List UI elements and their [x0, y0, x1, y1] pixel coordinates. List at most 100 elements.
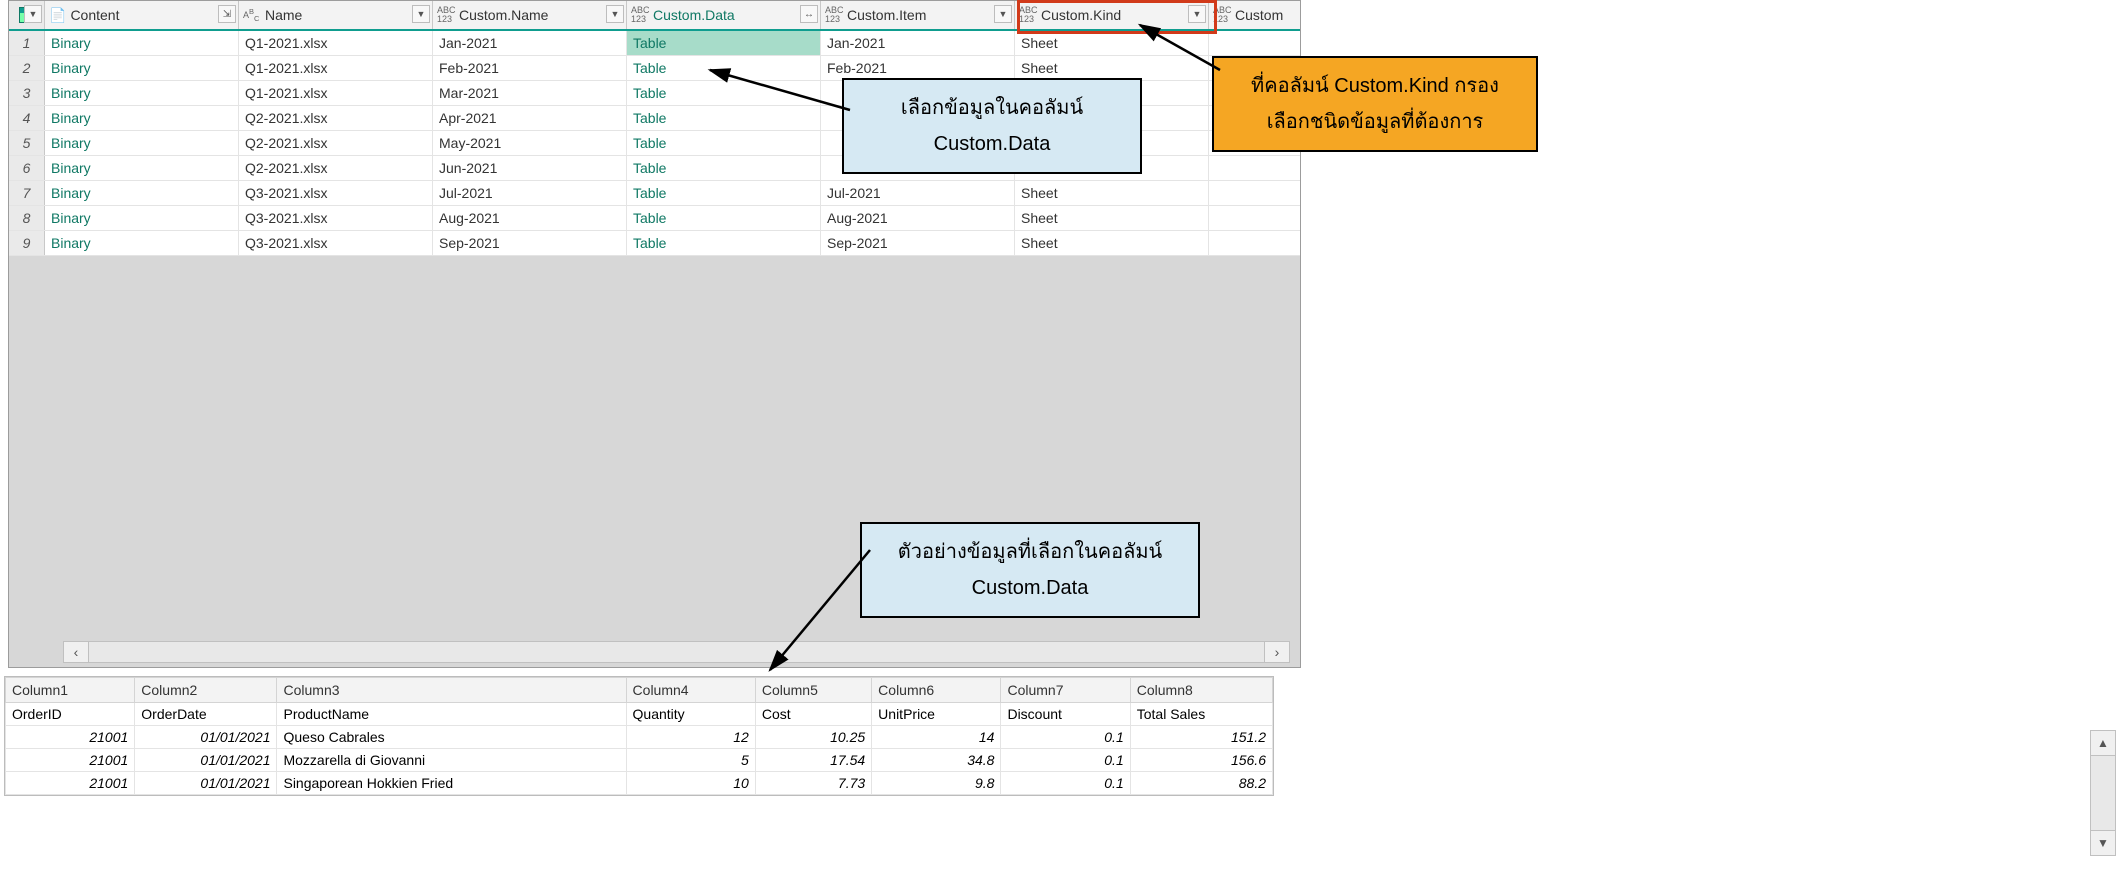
row-number[interactable]: 9 [9, 231, 45, 255]
cell-name[interactable]: Q2-2021.xlsx [239, 131, 433, 155]
scroll-track[interactable] [89, 641, 1264, 663]
cell-custom-item[interactable]: Jul-2021 [821, 181, 1015, 205]
preview-cell[interactable]: 156.6 [1130, 749, 1272, 772]
preview-cell[interactable]: 01/01/2021 [135, 749, 277, 772]
preview-cell[interactable]: 01/01/2021 [135, 772, 277, 795]
scroll-up-icon[interactable]: ▲ [2090, 730, 2116, 756]
cell-custom-name[interactable]: Jul-2021 [433, 181, 627, 205]
cell-custom-data[interactable]: Table [627, 106, 821, 130]
table-row[interactable]: 1BinaryQ1-2021.xlsxJan-2021TableJan-2021… [9, 31, 1300, 56]
preview-cell[interactable]: 10.25 [755, 726, 871, 749]
row-number[interactable]: 3 [9, 81, 45, 105]
cell-custom-data[interactable]: Table [627, 56, 821, 80]
table-row[interactable]: 7BinaryQ3-2021.xlsxJul-2021TableJul-2021… [9, 181, 1300, 206]
cell-custom-data[interactable]: Table [627, 156, 821, 180]
cell-custom-data[interactable]: Table [627, 206, 821, 230]
preview-column-header[interactable]: Column4 [626, 678, 755, 703]
header-custom-data[interactable]: ABC123 Custom.Data ↔ [627, 1, 821, 29]
header-custom-extra[interactable]: ABC123 Custom [1209, 1, 1293, 29]
cell-custom-name[interactable]: Mar-2021 [433, 81, 627, 105]
cell-content[interactable]: Binary [45, 81, 239, 105]
vertical-scrollbar[interactable]: ▲ ▼ [2090, 730, 2116, 856]
preview-cell[interactable]: 21001 [6, 772, 135, 795]
cell-name[interactable]: Q2-2021.xlsx [239, 106, 433, 130]
cell-name[interactable]: Q3-2021.xlsx [239, 181, 433, 205]
cell-content[interactable]: Binary [45, 206, 239, 230]
cell-custom-item[interactable]: Sep-2021 [821, 231, 1015, 255]
preview-cell[interactable]: 34.8 [872, 749, 1001, 772]
cell-custom-name[interactable]: Jan-2021 [433, 31, 627, 55]
cell-custom-item[interactable]: Jan-2021 [821, 31, 1015, 55]
cell-custom-name[interactable]: Aug-2021 [433, 206, 627, 230]
cell-custom-data[interactable]: Table [627, 131, 821, 155]
header-custom-kind[interactable]: ABC123 Custom.Kind ▼ [1015, 1, 1209, 29]
row-number[interactable]: 8 [9, 206, 45, 230]
cell-name[interactable]: Q3-2021.xlsx [239, 231, 433, 255]
filter-custom-kind-icon[interactable]: ▼ [1188, 5, 1206, 23]
header-content[interactable]: 📄 Content ⇲ [45, 1, 239, 29]
table-row[interactable]: 9BinaryQ3-2021.xlsxSep-2021TableSep-2021… [9, 231, 1300, 256]
preview-column-header[interactable]: Column6 [872, 678, 1001, 703]
cell-custom-data[interactable]: Table [627, 81, 821, 105]
expand-content-icon[interactable]: ⇲ [218, 5, 236, 23]
corner-dropdown-icon[interactable]: ▼ [24, 5, 42, 23]
header-custom-name[interactable]: ABC123 Custom.Name ▼ [433, 1, 627, 29]
preview-cell[interactable]: 21001 [6, 726, 135, 749]
cell-name[interactable]: Q3-2021.xlsx [239, 206, 433, 230]
preview-column-header[interactable]: Column8 [1130, 678, 1272, 703]
row-number[interactable]: 2 [9, 56, 45, 80]
row-number[interactable]: 4 [9, 106, 45, 130]
preview-row[interactable]: 2100101/01/2021Queso Cabrales1210.25140.… [6, 726, 1273, 749]
row-number[interactable]: 1 [9, 31, 45, 55]
row-number[interactable]: 7 [9, 181, 45, 205]
preview-cell[interactable]: Queso Cabrales [277, 726, 626, 749]
cell-custom-item[interactable]: Aug-2021 [821, 206, 1015, 230]
row-number[interactable]: 6 [9, 156, 45, 180]
preview-row[interactable]: 2100101/01/2021Mozzarella di Giovanni517… [6, 749, 1273, 772]
cell-custom-name[interactable]: Sep-2021 [433, 231, 627, 255]
preview-column-header[interactable]: Column3 [277, 678, 626, 703]
preview-cell[interactable]: 0.1 [1001, 726, 1130, 749]
table-row[interactable]: 8BinaryQ3-2021.xlsxAug-2021TableAug-2021… [9, 206, 1300, 231]
cell-custom-data[interactable]: Table [627, 181, 821, 205]
cell-custom-data[interactable]: Table [627, 31, 821, 55]
cell-extra[interactable] [1209, 181, 1293, 205]
preview-cell[interactable]: Singaporean Hokkien Fried [277, 772, 626, 795]
preview-cell[interactable]: 9.8 [872, 772, 1001, 795]
cell-custom-kind[interactable]: Sheet [1015, 181, 1209, 205]
cell-custom-name[interactable]: Apr-2021 [433, 106, 627, 130]
scroll-down-icon[interactable]: ▼ [2090, 830, 2116, 856]
preview-cell[interactable]: 0.1 [1001, 772, 1130, 795]
expand-custom-data-icon[interactable]: ↔ [800, 5, 818, 23]
cell-extra[interactable] [1209, 231, 1293, 255]
filter-name-icon[interactable]: ▼ [412, 5, 430, 23]
preview-cell[interactable]: 5 [626, 749, 755, 772]
preview-cell[interactable]: Mozzarella di Giovanni [277, 749, 626, 772]
cell-custom-kind[interactable]: Sheet [1015, 231, 1209, 255]
preview-cell[interactable]: 7.73 [755, 772, 871, 795]
cell-custom-kind[interactable]: Sheet [1015, 206, 1209, 230]
preview-column-header[interactable]: Column7 [1001, 678, 1130, 703]
preview-cell[interactable]: 0.1 [1001, 749, 1130, 772]
preview-cell[interactable]: 21001 [6, 749, 135, 772]
select-all-corner[interactable]: ▼ [9, 1, 45, 29]
preview-row[interactable]: 2100101/01/2021Singaporean Hokkien Fried… [6, 772, 1273, 795]
preview-cell[interactable]: 17.54 [755, 749, 871, 772]
cell-extra[interactable] [1209, 206, 1293, 230]
cell-content[interactable]: Binary [45, 106, 239, 130]
cell-name[interactable]: Q2-2021.xlsx [239, 156, 433, 180]
cell-extra[interactable] [1209, 31, 1293, 55]
cell-content[interactable]: Binary [45, 131, 239, 155]
preview-cell[interactable]: 01/01/2021 [135, 726, 277, 749]
scroll-right-icon[interactable]: › [1264, 641, 1290, 663]
cell-custom-name[interactable]: Jun-2021 [433, 156, 627, 180]
row-number[interactable]: 5 [9, 131, 45, 155]
preview-column-header[interactable]: Column5 [755, 678, 871, 703]
cell-custom-kind[interactable]: Sheet [1015, 56, 1209, 80]
preview-cell[interactable]: 88.2 [1130, 772, 1272, 795]
cell-name[interactable]: Q1-2021.xlsx [239, 81, 433, 105]
scroll-left-icon[interactable]: ‹ [63, 641, 89, 663]
preview-cell[interactable]: 14 [872, 726, 1001, 749]
cell-content[interactable]: Binary [45, 231, 239, 255]
cell-content[interactable]: Binary [45, 181, 239, 205]
